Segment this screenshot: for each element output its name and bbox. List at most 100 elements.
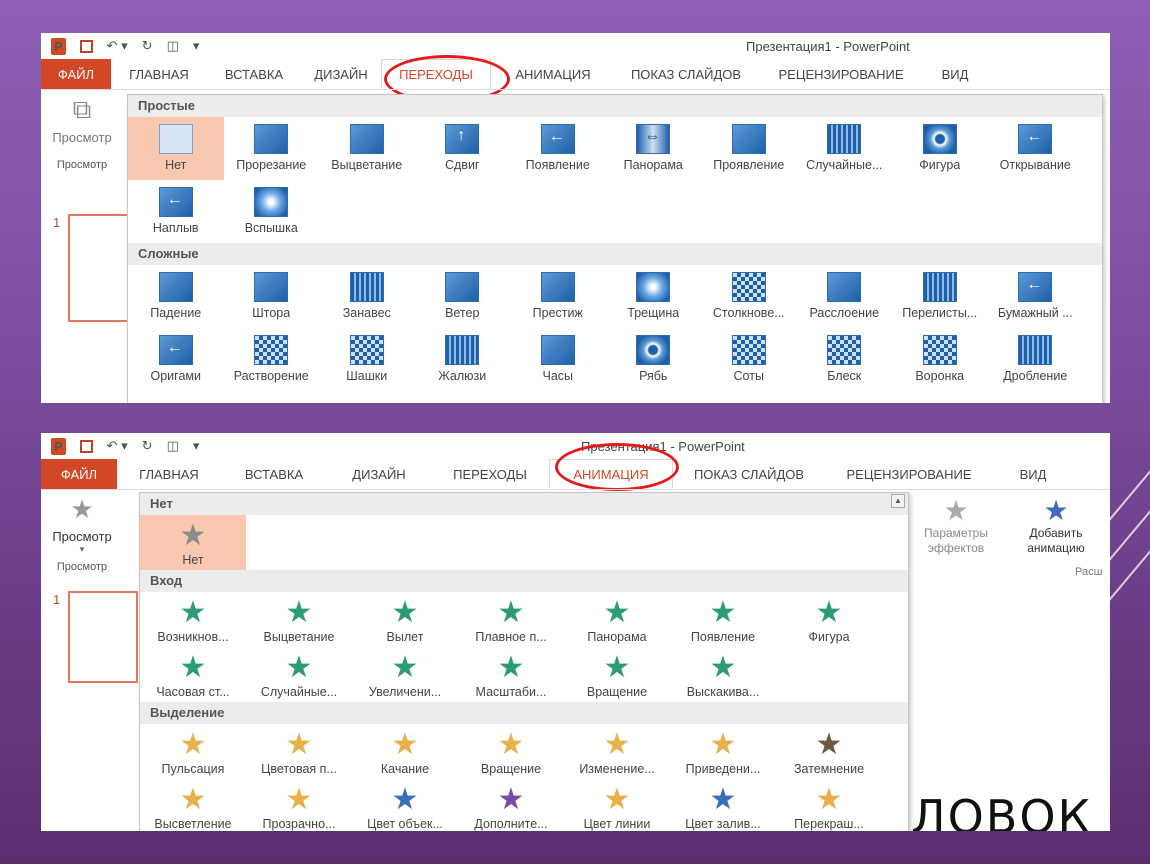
animation-увеличени[interactable]: ★ Увеличени... bbox=[352, 647, 458, 702]
tab-вид[interactable]: ВИД bbox=[925, 59, 985, 89]
transition-часы[interactable]: Часы bbox=[510, 328, 606, 391]
transition-столкнове[interactable]: Столкнове... bbox=[701, 265, 797, 328]
undo-icon[interactable]: ↶ ▾ bbox=[107, 438, 128, 454]
transition-нет[interactable]: Нет bbox=[128, 117, 224, 180]
transition-перелисты[interactable]: Перелисты... bbox=[892, 265, 988, 328]
animation-приведени[interactable]: ★ Приведени... bbox=[670, 724, 776, 779]
tab-вставка[interactable]: ВСТАВКА bbox=[221, 459, 327, 489]
transition-трещина[interactable]: Трещина bbox=[606, 265, 702, 328]
transition-блеск[interactable]: Блеск bbox=[797, 328, 893, 391]
save-icon[interactable] bbox=[79, 439, 93, 453]
animation-часовая-ст[interactable]: ★ Часовая ст... bbox=[140, 647, 246, 702]
preview-dropdown-icon[interactable]: ▾ bbox=[41, 544, 123, 555]
animation-фигура[interactable]: ★ Фигура bbox=[776, 592, 882, 647]
animation-масштаби[interactable]: ★ Масштаби... bbox=[458, 647, 564, 702]
preview-button[interactable]: Просмотр bbox=[41, 529, 123, 544]
tab-дизайн[interactable]: ДИЗАЙН bbox=[301, 59, 381, 89]
save-icon[interactable] bbox=[79, 39, 93, 53]
animation-высветление[interactable]: ★ Высветление bbox=[140, 779, 246, 831]
transition-расслоение[interactable]: Расслоение bbox=[797, 265, 893, 328]
transitions-gallery: Простые Нет Прорезание Выцветание Сдвиг Появ… bbox=[127, 94, 1103, 403]
animation-возникнов[interactable]: ★ Возникнов... bbox=[140, 592, 246, 647]
animation-вращение[interactable]: ★ Вращение bbox=[458, 724, 564, 779]
star-icon: ★ bbox=[179, 728, 207, 761]
tab-главная[interactable]: ГЛАВНАЯ bbox=[117, 459, 221, 489]
animation-затемнение[interactable]: ★ Затемнение bbox=[776, 724, 882, 779]
customize-qat-icon[interactable]: ▾ bbox=[193, 38, 200, 54]
animation-цвет-объек[interactable]: ★ Цвет объек... bbox=[352, 779, 458, 831]
animation-появление[interactable]: ★ Появление bbox=[670, 592, 776, 647]
transition-панорама[interactable]: Панорама bbox=[606, 117, 702, 180]
animation-перекраш[interactable]: ★ Перекраш... bbox=[776, 779, 882, 831]
animation-случайные[interactable]: ★ Случайные... bbox=[246, 647, 352, 702]
animation-цветовая-п[interactable]: ★ Цветовая п... bbox=[246, 724, 352, 779]
transition-рябь[interactable]: Рябь bbox=[606, 328, 702, 391]
preview-button[interactable]: Просмотр bbox=[41, 130, 123, 145]
transition-выцветание[interactable]: Выцветание bbox=[319, 117, 415, 180]
gallery-scroll-up[interactable]: ▲ bbox=[891, 494, 905, 508]
transition-престиж[interactable]: Престиж bbox=[510, 265, 606, 328]
tab-вид[interactable]: ВИД bbox=[993, 459, 1073, 489]
customize-qat-icon[interactable]: ▾ bbox=[193, 438, 200, 454]
transition-ветер[interactable]: Ветер bbox=[415, 265, 511, 328]
add-animation-group[interactable]: ★ Добавить анимацию bbox=[1011, 496, 1101, 556]
transition-вспышка[interactable]: Вспышка bbox=[224, 180, 320, 243]
transition-сдвиг[interactable]: Сдвиг bbox=[415, 117, 511, 180]
transition-воронка[interactable]: Воронка bbox=[892, 328, 988, 391]
preview-icon[interactable]: ⧉ bbox=[41, 94, 123, 126]
tab-анимация[interactable]: АНИМАЦИЯ bbox=[491, 59, 615, 89]
transition-случайные[interactable]: Случайные... bbox=[797, 117, 893, 180]
transition-наплыв[interactable]: Наплыв bbox=[128, 180, 224, 243]
animation-вылет[interactable]: ★ Вылет bbox=[352, 592, 458, 647]
animation-пульсация[interactable]: ★ Пульсация bbox=[140, 724, 246, 779]
tab-переходы[interactable]: ПЕРЕХОДЫ bbox=[381, 59, 491, 89]
transition-фигура[interactable]: Фигура bbox=[892, 117, 988, 180]
transition-жалюзи[interactable]: Жалюзи bbox=[415, 328, 511, 391]
transition-открывание[interactable]: Открывание bbox=[988, 117, 1084, 180]
tab-файл[interactable]: ФАЙЛ bbox=[41, 459, 117, 489]
transition-дробление[interactable]: Дробление bbox=[988, 328, 1084, 391]
animation-выскакива[interactable]: ★ Выскакива... bbox=[670, 647, 776, 702]
transition-штора[interactable]: Штора bbox=[224, 265, 320, 328]
animation-панорама[interactable]: ★ Панорама bbox=[564, 592, 670, 647]
animation-дополните[interactable]: ★ Дополните... bbox=[458, 779, 564, 831]
animation-цвет-линии[interactable]: ★ Цвет линии bbox=[564, 779, 670, 831]
transition-занавес[interactable]: Занавес bbox=[319, 265, 415, 328]
animation-прозрачно[interactable]: ★ Прозрачно... bbox=[246, 779, 352, 831]
redo-icon[interactable]: ↻ bbox=[142, 38, 153, 54]
tab-вставка[interactable]: ВСТАВКА bbox=[207, 59, 301, 89]
preview-star-icon[interactable]: ★ bbox=[41, 494, 123, 525]
star-icon: ★ bbox=[497, 728, 525, 761]
animation-вращение[interactable]: ★ Вращение bbox=[564, 647, 670, 702]
transition-растворение[interactable]: Растворение bbox=[224, 328, 320, 391]
effect-options-group[interactable]: ★ Параметры эффектов bbox=[911, 496, 1001, 556]
transition-прорезание[interactable]: Прорезание bbox=[224, 117, 320, 180]
tab-показ-слайдов[interactable]: ПОКАЗ СЛАЙДОВ bbox=[673, 459, 825, 489]
animation-качание[interactable]: ★ Качание bbox=[352, 724, 458, 779]
slide-thumbnail[interactable] bbox=[68, 591, 138, 683]
transition-проявление[interactable]: Проявление bbox=[701, 117, 797, 180]
transition-падение[interactable]: Падение bbox=[128, 265, 224, 328]
tab-переходы[interactable]: ПЕРЕХОДЫ bbox=[431, 459, 549, 489]
transition-шашки[interactable]: Шашки bbox=[319, 328, 415, 391]
undo-icon[interactable]: ↶ ▾ bbox=[107, 38, 128, 54]
animation-цвет-залив[interactable]: ★ Цвет залив... bbox=[670, 779, 776, 831]
tab-файл[interactable]: ФАЙЛ bbox=[41, 59, 111, 89]
tab-показ-слайдов[interactable]: ПОКАЗ СЛАЙДОВ bbox=[615, 59, 757, 89]
tab-анимация[interactable]: АНИМАЦИЯ bbox=[549, 459, 673, 489]
animation-выцветание[interactable]: ★ Выцветание bbox=[246, 592, 352, 647]
tab-главная[interactable]: ГЛАВНАЯ bbox=[111, 59, 207, 89]
transition-соты[interactable]: Соты bbox=[701, 328, 797, 391]
transition-оригами[interactable]: Оригами bbox=[128, 328, 224, 391]
slideshow-start-icon[interactable]: ◫ bbox=[167, 38, 179, 54]
slideshow-start-icon[interactable]: ◫ bbox=[167, 438, 179, 454]
redo-icon[interactable]: ↻ bbox=[142, 438, 153, 454]
tab-рецензирование[interactable]: РЕЦЕНЗИРОВАНИЕ bbox=[757, 59, 925, 89]
animation-плавное-п[interactable]: ★ Плавное п... bbox=[458, 592, 564, 647]
animation-нет[interactable]: ★ Нет bbox=[140, 515, 246, 570]
tab-рецензирование[interactable]: РЕЦЕНЗИРОВАНИЕ bbox=[825, 459, 993, 489]
transition-появление[interactable]: Появление bbox=[510, 117, 606, 180]
tab-дизайн[interactable]: ДИЗАЙН bbox=[327, 459, 431, 489]
animation-изменение[interactable]: ★ Изменение... bbox=[564, 724, 670, 779]
transition-бумажный[interactable]: Бумажный ... bbox=[988, 265, 1084, 328]
